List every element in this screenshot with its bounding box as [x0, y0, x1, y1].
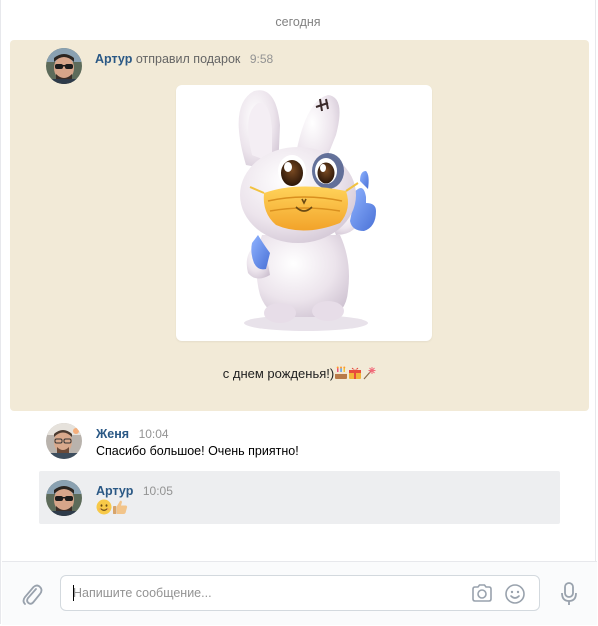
bunny-gift-illustration: [238, 90, 376, 331]
paperclip-icon: [22, 584, 43, 605]
thumbs-up-icon: [112, 500, 128, 515]
message-input-box[interactable]: [60, 575, 540, 611]
camera-button[interactable]: [471, 583, 493, 608]
voice-message-button[interactable]: [559, 581, 579, 612]
smiley-icon: [505, 584, 525, 604]
avatar[interactable]: [46, 423, 82, 459]
author-name[interactable]: Артур: [95, 52, 132, 66]
author-name[interactable]: Женя: [96, 427, 129, 441]
sparkler-icon: [362, 366, 376, 382]
message-time[interactable]: 10:05: [143, 484, 173, 498]
avatar[interactable]: [46, 480, 82, 516]
gift-action-text: отправил подарок: [135, 52, 241, 66]
message-time[interactable]: 10:04: [139, 427, 169, 441]
date-divider: сегодня: [275, 15, 321, 29]
gift-caption: с днем рожденья!): [10, 366, 589, 382]
smiling-face-icon: [96, 499, 112, 515]
gift-message: Артур отправил подарок 9:58 с днем рожде…: [10, 40, 589, 411]
attach-button[interactable]: [21, 583, 43, 612]
message-emojis: [96, 499, 128, 516]
emoji-button[interactable]: [504, 583, 526, 610]
message-time[interactable]: 9:58: [250, 52, 273, 66]
avatar[interactable]: [46, 48, 82, 84]
chat-window: сегодня Артур отправил подарок 9:58 с дн…: [0, 0, 597, 625]
compose-bar: [2, 561, 597, 625]
message-header: Артур 10:05: [96, 483, 173, 499]
wrapped-gift-icon: [348, 366, 362, 382]
author-name[interactable]: Артур: [96, 484, 133, 498]
message-input[interactable]: [73, 584, 453, 602]
gift-caption-text: с днем рожденья!): [222, 366, 335, 381]
message-text: Спасибо большое! Очень приятно!: [96, 444, 299, 458]
avatar-zhenya: [46, 423, 82, 459]
gift-image[interactable]: [176, 85, 432, 341]
gift-message-header: Артур отправил подарок 9:58: [95, 51, 273, 67]
microphone-icon: [561, 582, 577, 605]
birthday-cake-icon: [334, 366, 348, 382]
camera-icon: [472, 584, 492, 602]
avatar-artur: [46, 480, 82, 516]
message-header: Женя 10:04: [96, 426, 169, 442]
avatar-artur: [46, 48, 82, 84]
